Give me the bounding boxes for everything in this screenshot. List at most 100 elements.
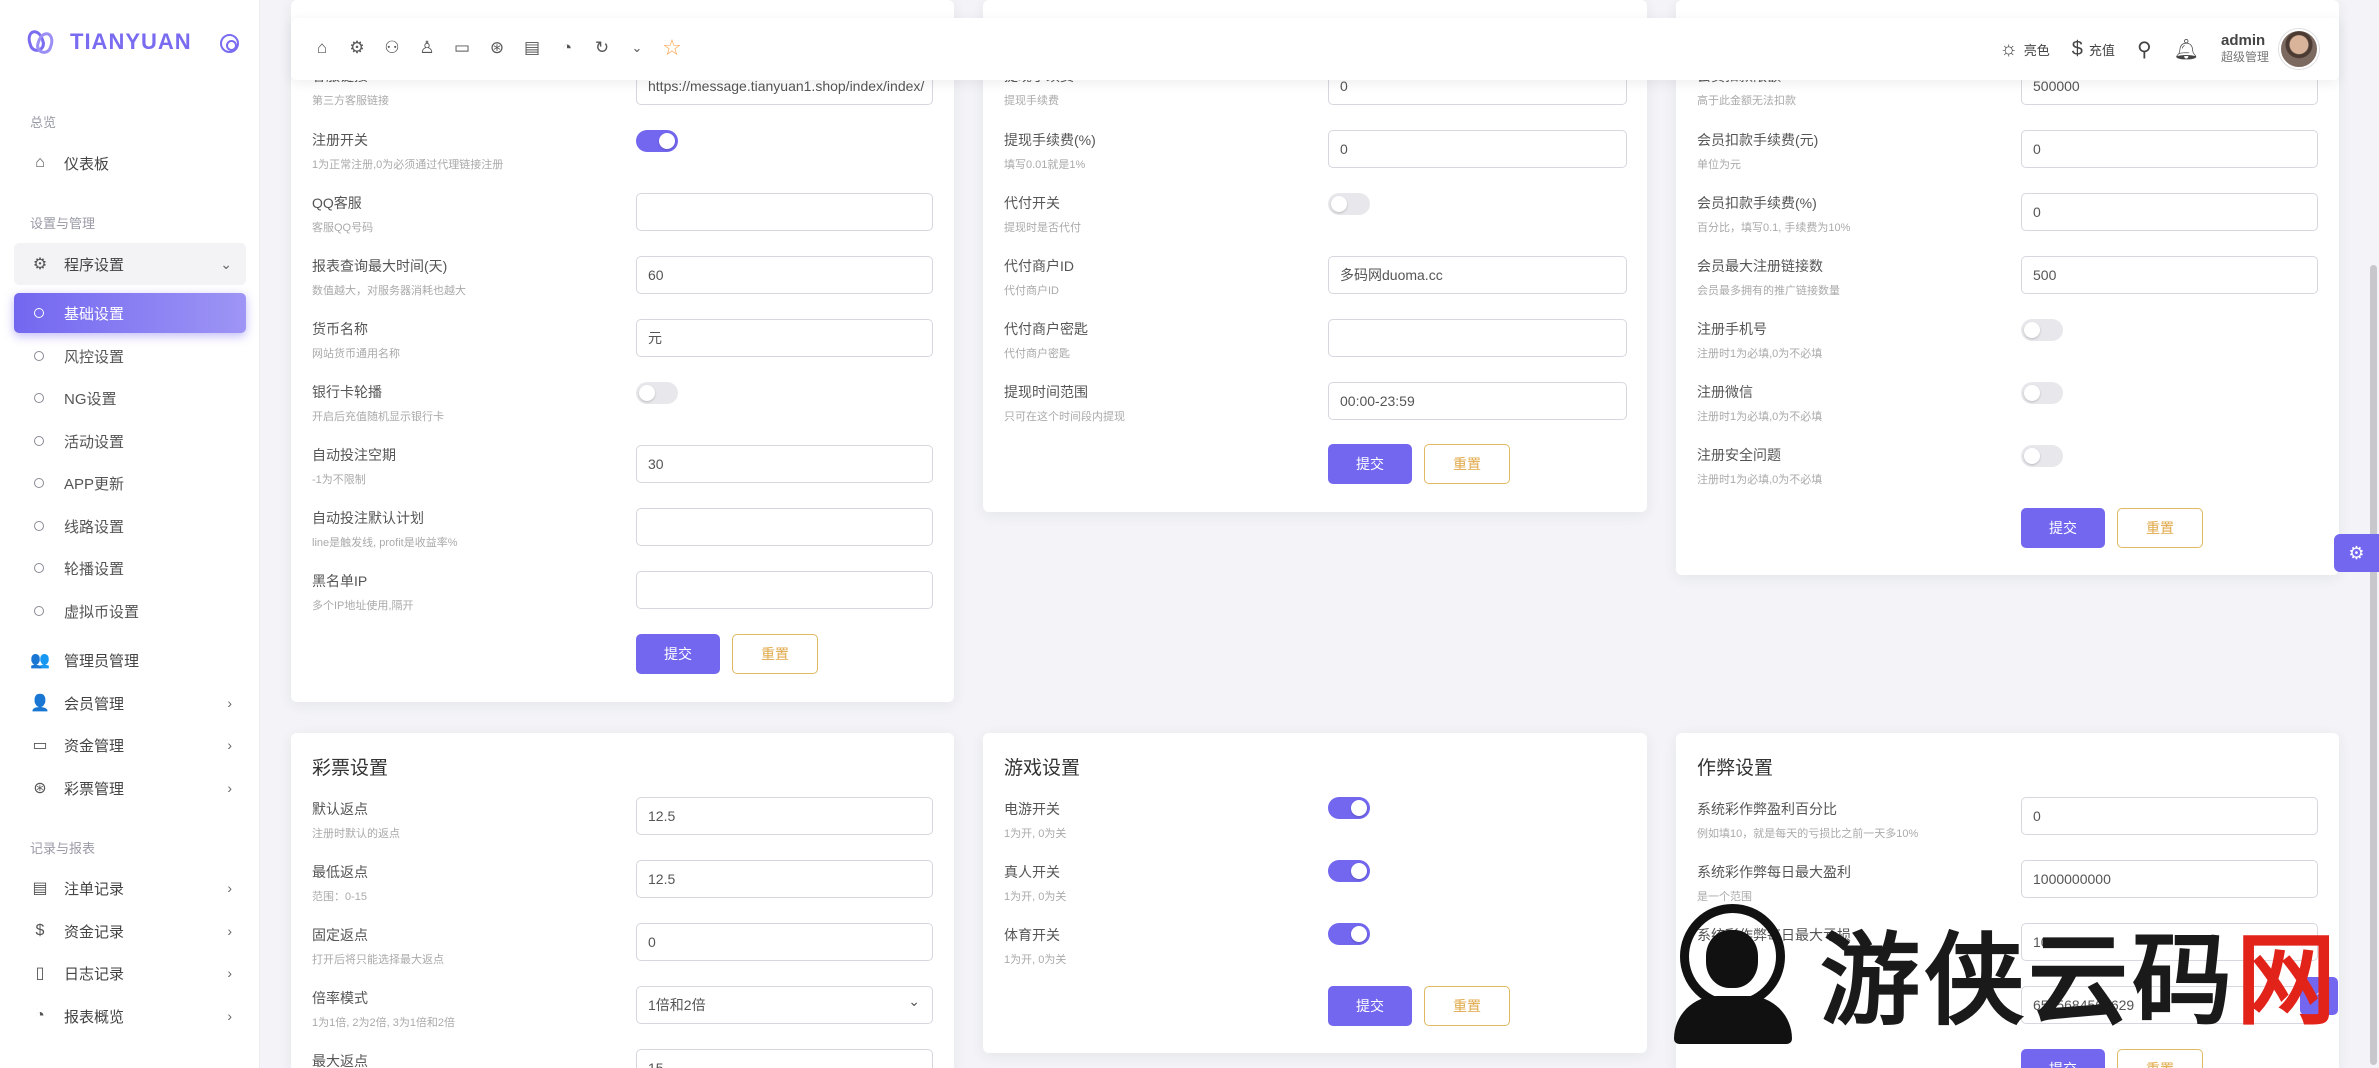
max-register-links-input[interactable]: 500: [2021, 256, 2318, 294]
field-slot-switch: 电游开关 1为开, 0为关: [1004, 801, 1067, 840]
sidebar-item-program-settings[interactable]: ⚙ 程序设置 ⌄: [14, 243, 246, 285]
field-qq-service: QQ客服 客服QQ号码: [312, 195, 374, 234]
sidebar-subitem-basic-settings[interactable]: 基础设置: [14, 293, 246, 333]
game-settings-card: 游戏设置 电游开关 1为开, 0为关 真人开关 1为开, 0为关 体育开关 1为…: [983, 733, 1647, 1053]
reset-button[interactable]: 重置: [2117, 1049, 2203, 1068]
submit-button[interactable]: 提交: [2021, 1049, 2105, 1068]
auto-bet-idle-input[interactable]: 30: [636, 445, 933, 483]
home-icon[interactable]: ⌂: [311, 37, 333, 59]
submit-button[interactable]: 提交: [636, 634, 720, 674]
sidebar-item-bet-records[interactable]: ▤ 注单记录 ›: [14, 867, 246, 909]
pie-chart-icon[interactable]: ◔: [556, 37, 578, 59]
field-multiplier-mode: 倍率模式 1为1倍, 2为2倍, 3为1倍和2倍: [312, 990, 456, 1029]
submit-button[interactable]: 提交: [2021, 508, 2105, 548]
section-label-overview: 总览: [30, 115, 57, 130]
ip-blacklist-input[interactable]: [636, 571, 933, 609]
withdraw-fee-percent-input[interactable]: 0: [1328, 130, 1627, 168]
theme-toggle[interactable]: ☼ 亮色: [1999, 38, 2049, 61]
payout-switch-toggle[interactable]: [1328, 193, 1370, 215]
recharge-button[interactable]: $ 充值: [2072, 38, 2115, 61]
cheat-max-daily-profit-input[interactable]: 1000000000: [2021, 860, 2318, 898]
life-buoy-icon[interactable]: ⊛: [486, 37, 508, 59]
field-register-security-question: 注册安全问题 注册时1为必填,0为不必填: [1697, 447, 1823, 486]
sidebar-item-report-overview[interactable]: ◔ 报表概览 ›: [14, 995, 246, 1037]
sidebar-item-admin-management[interactable]: 👥 管理员管理: [14, 639, 246, 681]
sidebar-collapse-toggle[interactable]: [220, 34, 239, 53]
basic-settings-card: 客服链接 第三方客服链接 https://message.tianyuan1.s…: [291, 0, 954, 702]
submit-button[interactable]: 提交: [1328, 986, 1412, 1026]
sidebar-item-fund-records[interactable]: $ 资金记录 ›: [14, 910, 246, 952]
section-label-records: 记录与报表: [30, 841, 96, 856]
sidebar-item-label: 注单记录: [64, 880, 125, 898]
sidebar-item-log-records[interactable]: ▯ 日志记录 ›: [14, 952, 246, 994]
sidebar-item-label: 仪表板: [64, 155, 110, 173]
notification-button[interactable]: 🔔︎: [2174, 37, 2199, 62]
avatar[interactable]: [2279, 29, 2319, 69]
fixed-rebate-input[interactable]: 0: [636, 923, 933, 961]
register-security-question-toggle[interactable]: [2021, 445, 2063, 467]
min-rebate-input[interactable]: 12.5: [636, 860, 933, 898]
submit-button[interactable]: 提交: [1328, 444, 1412, 484]
sidebar-item-member-management[interactable]: 👤 会员管理 ›: [14, 682, 246, 724]
deduct-fee-percent-input[interactable]: 0: [2021, 193, 2318, 231]
brand-logo-icon: [24, 27, 57, 57]
reset-button[interactable]: 重置: [1424, 986, 1510, 1026]
live-switch-toggle[interactable]: [1328, 860, 1370, 882]
multiplier-mode-select[interactable]: 1倍和2倍: [636, 986, 933, 1024]
user-menu[interactable]: admin 超级管理: [2221, 29, 2319, 69]
sidebar-subitem-carousel-settings[interactable]: 轮播设置: [14, 548, 246, 588]
deduct-fee-yuan-input[interactable]: 0: [2021, 130, 2318, 168]
chevron-right-icon: ›: [227, 923, 232, 939]
slot-switch-toggle[interactable]: [1328, 797, 1370, 819]
field-ip-blacklist: 黑名单IP 多个IP地址使用,隔开: [312, 573, 414, 612]
customizer-gear-icon[interactable]: ⚙: [2334, 534, 2379, 572]
refresh-icon[interactable]: ↻: [591, 37, 613, 59]
chevron-down-icon[interactable]: ⌄: [626, 37, 648, 59]
default-rebate-input[interactable]: 12.5: [636, 797, 933, 835]
sidebar-subitem-crypto-settings[interactable]: 虚拟币设置: [14, 591, 246, 631]
star-icon[interactable]: ☆: [661, 35, 683, 60]
sidebar-subitem-line-settings[interactable]: 线路设置: [14, 506, 246, 546]
bell-icon: 🔔︎: [2173, 38, 2199, 61]
register-phone-toggle[interactable]: [2021, 319, 2063, 341]
card-title: 彩票设置: [312, 758, 389, 779]
search-button[interactable]: ⚲: [2137, 37, 2152, 62]
chevron-down-icon: ⌄: [220, 255, 232, 272]
report-max-days-input[interactable]: 60: [636, 256, 933, 294]
user-role: 超级管理: [2220, 50, 2269, 64]
sports-switch-toggle[interactable]: [1328, 923, 1370, 945]
sidebar-item-dashboard[interactable]: ⌂ 仪表板: [14, 142, 246, 184]
register-wechat-toggle[interactable]: [2021, 382, 2063, 404]
qq-service-input[interactable]: [636, 193, 933, 231]
chevron-right-icon: ›: [227, 880, 232, 896]
withdraw-time-range-input[interactable]: 00:00-23:59: [1328, 382, 1627, 420]
circle-icon: [34, 478, 44, 488]
brand[interactable]: TIANYUAN: [24, 22, 192, 62]
circle-icon: [34, 308, 44, 318]
gear-icon[interactable]: ⚙: [346, 37, 368, 59]
reset-button[interactable]: 重置: [732, 634, 818, 674]
currency-name-input[interactable]: 元: [636, 319, 933, 357]
user-icon[interactable]: ♙: [416, 37, 438, 59]
max-rebate-input[interactable]: 15: [636, 1049, 933, 1068]
gear-icon: ⚙: [32, 256, 48, 273]
sidebar-item-lottery-management[interactable]: ⊛ 彩票管理 ›: [14, 767, 246, 809]
sidebar-subitem-app-update[interactable]: APP更新: [14, 463, 246, 503]
payout-merchant-key-input[interactable]: [1328, 319, 1627, 357]
cheat-profit-percent-input[interactable]: 0: [2021, 797, 2318, 835]
reset-button[interactable]: 重置: [1424, 444, 1510, 484]
reset-button[interactable]: 重置: [2117, 508, 2203, 548]
users-icon[interactable]: ⚇: [381, 37, 403, 59]
sidebar-item-label: 轮播设置: [64, 560, 125, 578]
bank-card-rotation-toggle[interactable]: [636, 382, 678, 404]
credit-card-icon[interactable]: ▭: [451, 37, 473, 59]
page-scrollbar[interactable]: [2370, 265, 2377, 1065]
sidebar-subitem-activity-settings[interactable]: 活动设置: [14, 421, 246, 461]
sidebar-subitem-ng-settings[interactable]: NG设置: [14, 378, 246, 418]
auto-bet-plan-input[interactable]: [636, 508, 933, 546]
sidebar-subitem-risk-settings[interactable]: 风控设置: [14, 336, 246, 376]
archive-icon[interactable]: ▤: [521, 37, 543, 59]
sidebar-item-fund-management[interactable]: ▭ 资金管理 ›: [14, 724, 246, 766]
register-switch-toggle[interactable]: [636, 130, 678, 152]
payout-merchant-id-input[interactable]: 多码网duoma.cc: [1328, 256, 1627, 294]
